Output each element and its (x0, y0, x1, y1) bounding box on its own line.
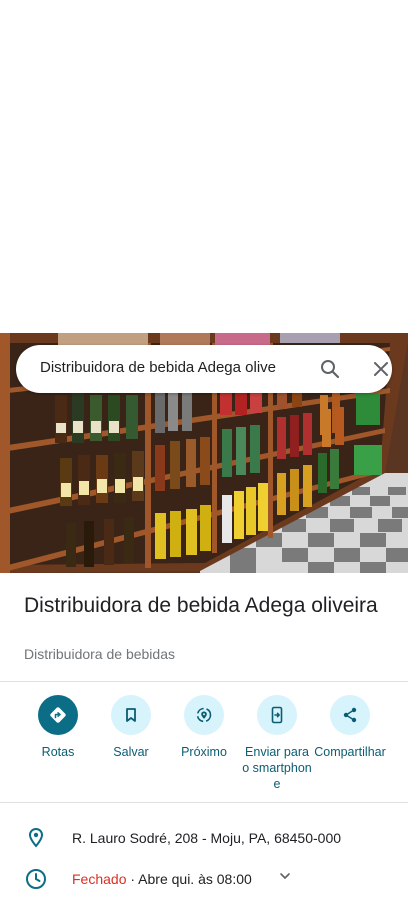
send-to-phone-icon (257, 695, 297, 735)
divider (0, 802, 408, 803)
hours-status: Fechado (72, 871, 127, 887)
address-text: R. Lauro Sodré, 208 - Moju, PA, 68450-00… (72, 830, 342, 846)
save-label: Salvar (113, 745, 149, 759)
address-row[interactable]: R. Lauro Sodré, 208 - Moju, PA, 68450-00… (0, 820, 408, 856)
send-to-phone-button[interactable]: Enviar para o smartphone (240, 695, 314, 792)
directions-button[interactable]: Rotas (21, 695, 95, 760)
save-button[interactable]: Salvar (94, 695, 168, 760)
clock-icon (24, 867, 48, 891)
directions-label: Rotas (41, 745, 75, 759)
search-icon[interactable] (318, 357, 342, 381)
nearby-button[interactable]: Próximo (167, 695, 241, 760)
location-pin-icon (24, 826, 48, 850)
nearby-icon (184, 695, 224, 735)
bookmark-icon (111, 695, 151, 735)
share-icon (330, 695, 370, 735)
place-category[interactable]: Distribuidora de bebidas (24, 646, 175, 662)
chevron-down-icon[interactable] (278, 869, 292, 883)
share-button[interactable]: Compartilhar (313, 695, 387, 760)
divider (0, 681, 408, 682)
search-input[interactable] (40, 359, 288, 376)
hours-row[interactable]: Fechado · Abre qui. às 08:00 (0, 861, 408, 897)
directions-icon (38, 695, 78, 735)
close-icon[interactable] (369, 357, 393, 381)
search-bar (16, 345, 392, 393)
hours-text: Fechado · Abre qui. às 08:00 (72, 871, 252, 887)
place-title: Distribuidora de bebida Adega oliveira (24, 594, 378, 617)
send-to-phone-label: Enviar para o smartphone (242, 745, 312, 791)
nearby-label: Próximo (181, 745, 227, 759)
hours-detail: · Abre qui. às 08:00 (126, 871, 252, 887)
share-label: Compartilhar (314, 745, 386, 759)
